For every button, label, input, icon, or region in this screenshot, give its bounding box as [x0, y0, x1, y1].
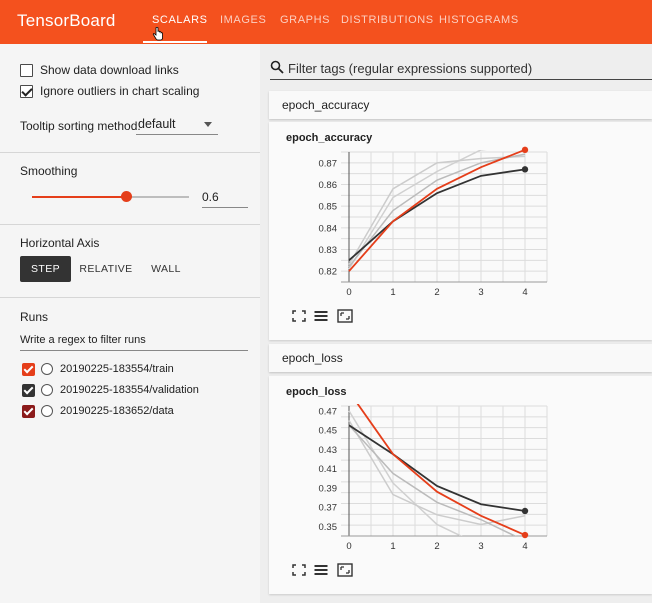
filter-tags-input[interactable]: Filter tags (regular expressions support… [270, 58, 652, 80]
run-name: 20190225-183554/train [60, 363, 174, 375]
x-tick-label: 2 [434, 287, 439, 298]
axis-relative-button[interactable]: RELATIVE [76, 256, 136, 282]
x-tick-label: 4 [522, 541, 527, 552]
y-tick-label: 0.82 [319, 267, 338, 278]
y-tick-label: 0.86 [319, 180, 338, 191]
y-tick-label: 0.83 [319, 245, 338, 256]
run-radio[interactable] [41, 363, 53, 375]
run-name: 20190225-183554/validation [60, 384, 199, 396]
group-header-title: epoch_loss [282, 351, 343, 365]
y-tick-label: 0.87 [319, 158, 338, 169]
search-icon [270, 60, 284, 74]
series-end-point [521, 531, 529, 539]
tab-distributions[interactable]: DISTRIBUTIONS [341, 14, 434, 26]
ignore-outliers-option[interactable]: Ignore outliers in chart scaling [20, 84, 199, 98]
y-tick-label: 0.43 [319, 445, 338, 456]
x-tick-label: 2 [434, 541, 439, 552]
y-tick-label: 0.84 [319, 223, 338, 234]
group-header-epoch-accuracy[interactable]: epoch_accuracy [269, 91, 652, 119]
group-header-title: epoch_accuracy [282, 98, 370, 112]
main-content: Filter tags (regular expressions support… [260, 44, 652, 603]
smoothing-value-input[interactable]: 0.6 [202, 190, 248, 208]
fit-domain-icon[interactable] [337, 563, 353, 577]
x-tick-label: 1 [390, 541, 395, 552]
y-tick-label: 0.45 [319, 426, 338, 437]
run-radio[interactable] [41, 384, 53, 396]
tab-images[interactable]: IMAGES [220, 14, 266, 26]
run-checkbox[interactable] [22, 383, 35, 397]
tab-graphs[interactable]: GRAPHS [280, 14, 330, 26]
loss-chart[interactable]: 0.35 0.37 0.39 0.41 0.43 0.45 0.47 0 1 2 3 4 [269, 376, 652, 594]
run-item[interactable]: 20190225-183554/train [22, 361, 174, 377]
active-tab-indicator [143, 41, 207, 43]
run-checkbox[interactable] [22, 404, 35, 418]
y-tick-label: 0.39 [319, 483, 338, 494]
run-checkbox[interactable] [22, 362, 35, 376]
section-divider [0, 152, 260, 153]
runs-filter-input[interactable]: Write a regex to filter runs [20, 331, 248, 351]
tooltip-sorting-label: Tooltip sorting method: [20, 119, 141, 133]
x-tick-label: 0 [346, 541, 351, 552]
group-header-epoch-loss[interactable]: epoch_loss [269, 344, 652, 372]
chart-card-epoch-loss: epoch_loss 0.35 0.37 0.39 0.41 0.43 0.45 0.47 0… [269, 376, 652, 594]
x-tick-label: 1 [390, 287, 395, 298]
fullscreen-icon[interactable] [292, 310, 306, 322]
y-tick-label: 0.37 [319, 503, 338, 514]
app-title: TensorBoard [17, 11, 116, 30]
y-tick-label: 0.35 [319, 522, 338, 533]
chart-card-epoch-accuracy: epoch_accuracy 0.82 0.83 0.84 0.85 0.86 0.87 0… [269, 122, 652, 340]
y-tick-label: 0.41 [319, 464, 338, 475]
show-download-links-option[interactable]: Show data download links [20, 63, 179, 77]
horizontal-axis-title: Horizontal Axis [20, 236, 100, 250]
tab-scalars[interactable]: SCALARS [152, 14, 208, 26]
ignore-outliers-label: Ignore outliers in chart scaling [40, 84, 200, 98]
accuracy-chart[interactable]: 0.82 0.83 0.84 0.85 0.86 0.87 0 1 2 3 4 [269, 122, 652, 340]
y-tick-label: 0.47 [319, 406, 338, 417]
toggle-log-scale-icon[interactable] [314, 310, 328, 322]
series-end-point [521, 166, 529, 173]
smoothing-slider-fill [32, 196, 127, 198]
series-end-point [521, 507, 529, 515]
tab-histograms[interactable]: HISTOGRAMS [439, 14, 519, 26]
series-end-point [521, 146, 529, 154]
show-download-links-label: Show data download links [40, 63, 179, 77]
filter-tags-placeholder: Filter tags (regular expressions support… [288, 61, 533, 76]
tooltip-sorting-value: default [138, 117, 176, 131]
section-divider [0, 297, 260, 298]
sidebar: Show data download links Ignore outliers… [0, 44, 260, 603]
run-item[interactable]: 20190225-183554/validation [22, 382, 199, 398]
x-tick-label: 3 [478, 541, 483, 552]
tooltip-sorting-select[interactable]: default [136, 115, 218, 135]
runs-title: Runs [20, 310, 49, 324]
x-tick-label: 4 [522, 287, 527, 298]
axis-step-button[interactable]: STEP [20, 256, 71, 282]
y-tick-label: 0.85 [319, 202, 338, 213]
ignore-outliers-checkbox[interactable] [20, 84, 33, 98]
fullscreen-icon[interactable] [292, 564, 306, 576]
top-app-bar: TensorBoard SCALARS IMAGES GRAPHS DISTRI… [0, 0, 652, 44]
dropdown-arrow-icon [204, 122, 212, 127]
smoothing-slider-thumb[interactable] [120, 191, 132, 202]
run-item[interactable]: 20190225-183652/data [22, 403, 174, 419]
smoothing-title: Smoothing [20, 164, 78, 178]
toggle-log-scale-icon[interactable] [314, 564, 328, 576]
run-name: 20190225-183652/data [60, 405, 174, 417]
show-download-links-checkbox[interactable] [20, 63, 33, 77]
axis-wall-button[interactable]: WALL [142, 256, 190, 282]
section-divider [0, 224, 260, 225]
x-tick-label: 0 [346, 287, 351, 298]
fit-domain-icon[interactable] [337, 309, 353, 323]
x-tick-label: 3 [478, 287, 483, 298]
hand-cursor-icon [152, 27, 163, 41]
run-radio[interactable] [41, 405, 53, 417]
